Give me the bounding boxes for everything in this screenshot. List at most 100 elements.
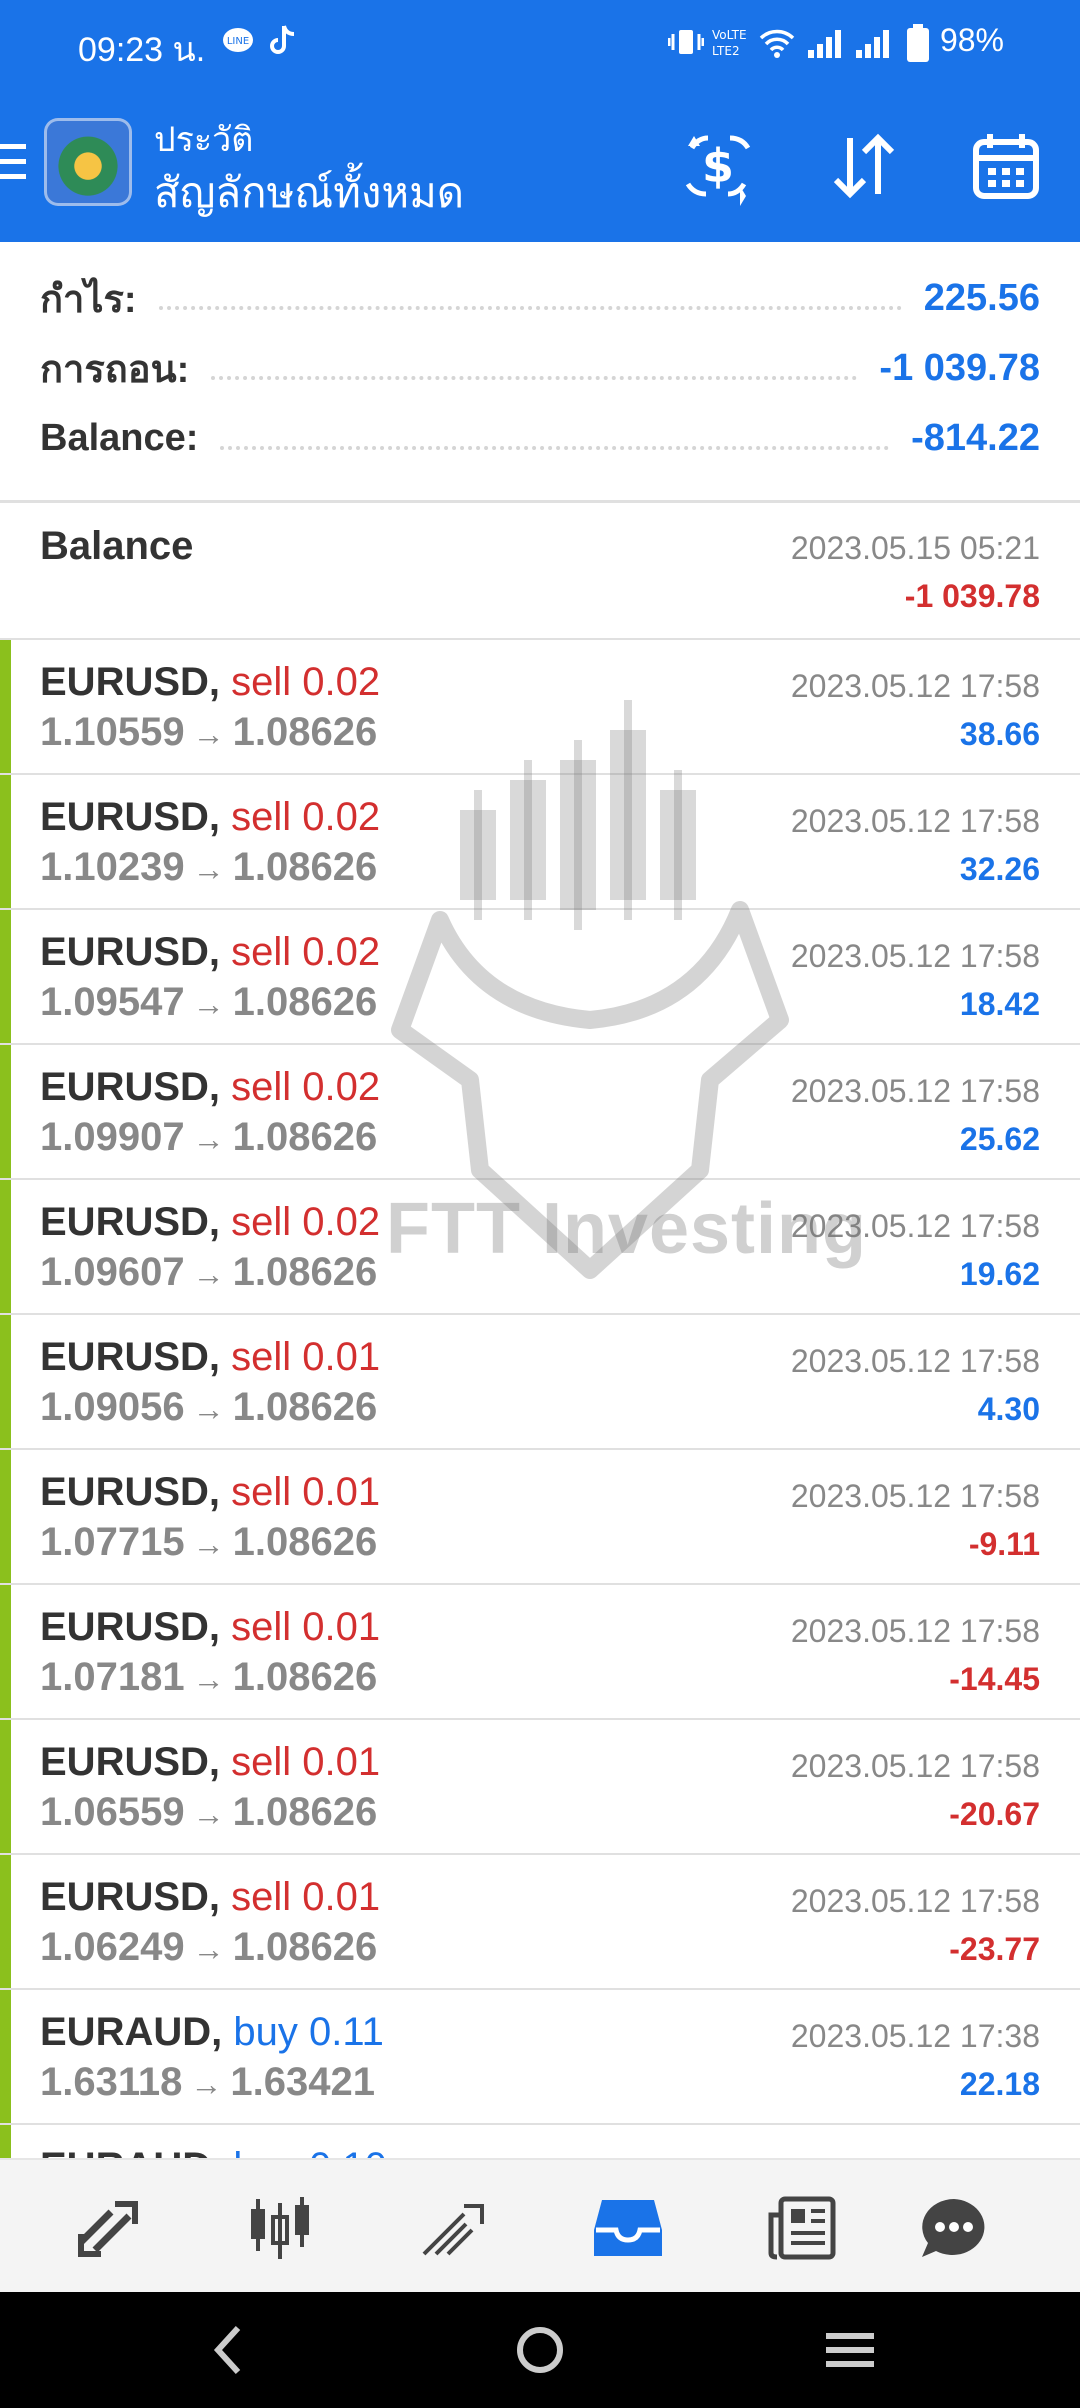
deal-symbol-name: EURUSD, [40, 660, 221, 704]
dot-leader [220, 446, 890, 450]
deal-prices: 1.09607 → 1.08626 [40, 1250, 377, 1295]
bottom-tab-bar [0, 2158, 1080, 2292]
deal-row[interactable]: EURAUD, buy 0.10 [0, 2125, 1080, 2158]
deal-symbol-name: EURUSD, [40, 930, 221, 974]
deal-close-price: 1.08626 [232, 1115, 378, 1159]
balance-entry-label: Balance [40, 524, 194, 568]
deal-open-price: 1.06249 [40, 1925, 185, 1969]
profit-value: 225.56 [923, 276, 1040, 319]
withdrawal-label: การถอน: [40, 348, 190, 391]
sort-icon[interactable] [824, 126, 904, 206]
deal-open-price: 1.10559 [40, 710, 185, 754]
deal-row[interactable]: EURUSD, sell 0.01 1.09056 → 1.08626 2023.05.… [0, 1315, 1080, 1450]
deal-prices: 1.07715 → 1.08626 [40, 1520, 377, 1565]
deal-profit: -14.45 [949, 1661, 1040, 1697]
deal-indicator-bar [0, 1315, 11, 1448]
balance-entry[interactable]: Balance 2023.05.15 05:21 -1 039.78 [0, 504, 1080, 638]
deal-open-price: 1.07181 [40, 1655, 185, 1699]
dot-leader [211, 376, 858, 380]
deal-row[interactable]: EURUSD, sell 0.01 1.07715 → 1.08626 2023.05.… [0, 1450, 1080, 1585]
deal-symbol-name: EURAUD, [40, 2010, 223, 2054]
deal-profit: -20.67 [949, 1796, 1040, 1832]
deal-symbol-name: EURAUD, [40, 2145, 222, 2158]
deal-close-price: 1.08626 [232, 1925, 378, 1969]
deal-symbol-name: EURUSD, [40, 1740, 221, 1784]
deal-symbol: EURUSD, sell 0.01 [40, 1875, 380, 1920]
deal-symbol: EURAUD, buy 0.11 [40, 2010, 384, 2055]
arrow-right-icon: → [190, 2066, 223, 2102]
deal-profit: 25.62 [959, 1121, 1040, 1157]
arrow-right-icon: → [192, 986, 225, 1022]
currency-switch-icon[interactable]: $ [678, 126, 758, 206]
deal-symbol: EURUSD, sell 0.02 [40, 1065, 380, 1110]
deal-side-volume: sell 0.01 [231, 1335, 381, 1379]
deal-row[interactable]: EURUSD, sell 0.02 1.09907 → 1.08626 2023.05.… [0, 1045, 1080, 1180]
deal-close-price: 1.08626 [232, 1250, 378, 1294]
deal-row[interactable]: EURUSD, sell 0.01 1.07181 → 1.08626 2023.05.… [0, 1585, 1080, 1720]
svg-text:VoLTE: VoLTE [712, 28, 747, 42]
deal-indicator-bar [0, 910, 11, 1043]
deal-row[interactable]: EURUSD, sell 0.01 1.06249 → 1.08626 2023.05.… [0, 1855, 1080, 1990]
signal-2-icon [856, 30, 889, 58]
deal-profit: 22.18 [959, 2066, 1040, 2102]
deal-row[interactable]: EURUSD, sell 0.02 1.09547 → 1.08626 2023.05.… [0, 910, 1080, 1045]
trade-icon[interactable] [414, 2188, 494, 2268]
battery-level: 98% [939, 22, 1004, 58]
summary-withdrawal-row: การถอน: -1 039.78 [40, 338, 1040, 398]
chart-icon[interactable] [240, 2188, 320, 2268]
header-title[interactable]: สัญลักษณ์ทั้งหมด [154, 160, 464, 226]
deal-side-volume: sell 0.01 [231, 1740, 381, 1784]
deal-symbol: EURUSD, sell 0.01 [40, 1605, 380, 1650]
deal-prices: 1.09056 → 1.08626 [40, 1385, 377, 1430]
deal-indicator-bar [0, 1855, 11, 1988]
deal-open-price: 1.63118 [40, 2060, 183, 2104]
deal-prices: 1.07181 → 1.08626 [40, 1655, 377, 1700]
deal-row[interactable]: EURUSD, sell 0.02 1.10559 → 1.08626 2023.05.… [0, 640, 1080, 775]
deal-row[interactable]: EURAUD, buy 0.11 1.63118 → 1.63421 2023.05.1… [0, 1990, 1080, 2125]
deal-symbol: EURUSD, sell 0.01 [40, 1740, 380, 1785]
app-logo[interactable] [44, 118, 132, 206]
svg-text:$: $ [702, 139, 734, 193]
chat-icon[interactable] [914, 2188, 994, 2268]
deal-side-volume: buy 0.10 [233, 2145, 386, 2158]
calendar-icon[interactable] [966, 126, 1046, 206]
deal-date: 2023.05.12 17:58 [790, 668, 1040, 704]
line-app-icon: LINE [223, 28, 253, 52]
deal-date: 2023.05.12 17:58 [790, 803, 1040, 839]
deal-close-price: 1.08626 [232, 1655, 378, 1699]
home-icon[interactable] [508, 2320, 572, 2380]
back-icon[interactable] [198, 2320, 262, 2380]
news-icon[interactable] [762, 2188, 842, 2268]
deal-date: 2023.05.12 17:58 [790, 1613, 1040, 1649]
deals-list[interactable]: EURUSD, sell 0.02 1.10559 → 1.08626 2023.05.… [0, 640, 1080, 2158]
deal-close-price: 1.08626 [232, 1790, 378, 1834]
deal-prices: 1.09547 → 1.08626 [40, 980, 377, 1025]
deal-close-price: 1.08626 [232, 1385, 378, 1429]
withdrawal-value: -1 039.78 [879, 346, 1040, 389]
deal-prices: 1.06559 → 1.08626 [40, 1790, 377, 1835]
watermark-text: FTT Investing [386, 1189, 867, 1269]
svg-text:LTE2: LTE2 [712, 44, 740, 58]
deal-symbol-name: EURUSD, [40, 1065, 221, 1109]
deal-side-volume: sell 0.02 [231, 1065, 381, 1109]
recents-icon[interactable] [818, 2320, 882, 2380]
summary-balance-row: Balance: -814.22 [40, 408, 1040, 468]
deal-row[interactable]: EURUSD, sell 0.01 1.06559 → 1.08626 2023.05.… [0, 1720, 1080, 1855]
quotes-icon[interactable] [68, 2188, 148, 2268]
summary-profit-row: กำไร: 225.56 [40, 268, 1040, 328]
deal-symbol: EURUSD, sell 0.02 [40, 660, 380, 705]
deal-side-volume: sell 0.02 [231, 795, 381, 839]
dot-leader [158, 306, 902, 310]
menu-icon[interactable] [0, 144, 26, 180]
deal-profit: 4.30 [977, 1391, 1040, 1427]
deal-profit: 19.62 [959, 1256, 1040, 1292]
profit-label: กำไร: [40, 278, 137, 321]
arrow-right-icon: → [192, 851, 225, 887]
deal-symbol-name: EURUSD, [40, 1875, 221, 1919]
deal-symbol: EURUSD, sell 0.02 [40, 930, 380, 975]
deal-row[interactable]: EURUSD, sell 0.02 1.10239 → 1.08626 2023.05.… [0, 775, 1080, 910]
volte-icon: VoLTE LTE2 [712, 28, 747, 58]
history-icon[interactable] [588, 2188, 668, 2268]
balance-value: -814.22 [911, 416, 1040, 459]
deal-profit: 32.26 [959, 851, 1040, 887]
